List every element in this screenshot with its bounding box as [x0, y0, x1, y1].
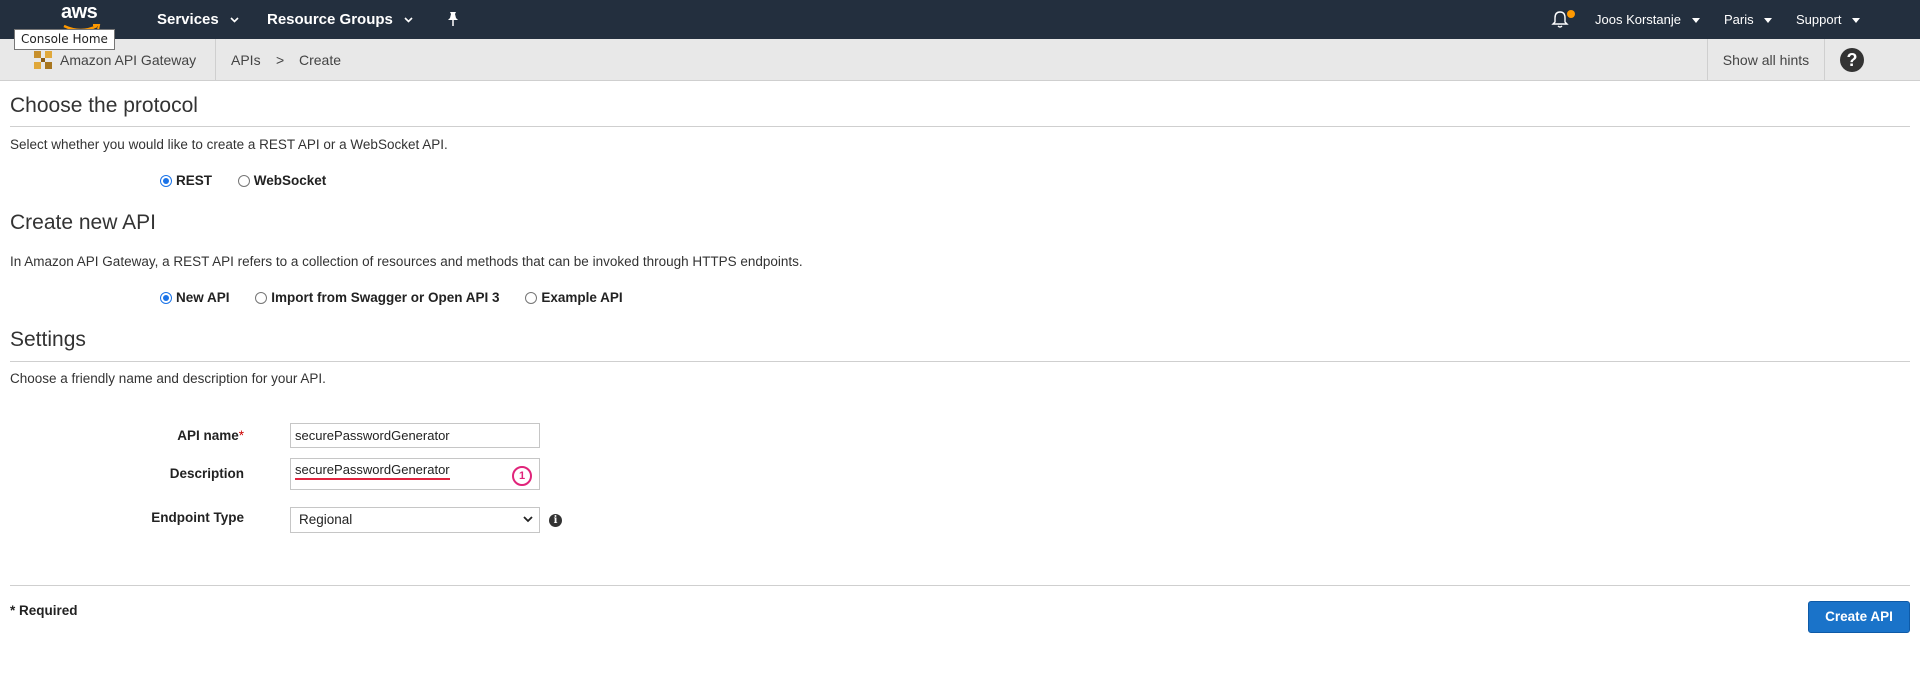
radio-rest[interactable]: REST: [160, 173, 212, 188]
support-menu[interactable]: Support: [1796, 0, 1861, 39]
service-header: Amazon API Gateway APIs > Create Show al…: [0, 39, 1920, 81]
create-api-radio-group: New API Import from Swagger or Open API …: [160, 290, 645, 307]
breadcrumb-create: Create: [299, 52, 342, 68]
aws-logo-text: aws: [61, 1, 98, 23]
radio-new-api[interactable]: New API: [160, 290, 230, 305]
user-menu[interactable]: Joos Korstanje: [1595, 0, 1700, 39]
endpoint-type-select[interactable]: Regional: [290, 507, 540, 533]
required-asterisk: *: [238, 428, 244, 443]
chevron-down-icon: [404, 17, 413, 23]
section-divider: [10, 585, 1910, 586]
radio-button[interactable]: [255, 291, 268, 304]
description-label: Description: [169, 466, 244, 481]
help-icon[interactable]: ?: [1840, 48, 1864, 72]
protocol-description: Select whether you would like to create …: [10, 137, 448, 152]
services-label: Services: [157, 11, 219, 28]
radio-example-api[interactable]: Example API: [525, 290, 623, 305]
services-menu[interactable]: Services: [157, 0, 239, 39]
caret-down-icon: [1852, 18, 1861, 23]
api-name-input[interactable]: securePasswordGenerator: [290, 423, 540, 448]
caret-down-icon: [1764, 18, 1773, 23]
radio-websocket[interactable]: WebSocket: [237, 173, 327, 188]
top-nav: aws Services Resource Groups Joos Korsta…: [0, 0, 1920, 39]
settings-title: Settings: [10, 328, 86, 351]
endpoint-type-value: Regional: [299, 512, 353, 527]
pin-icon[interactable]: [446, 11, 460, 27]
create-api-description: In Amazon API Gateway, a REST API refers…: [10, 254, 803, 269]
annotation-badge: 1: [512, 466, 532, 486]
radio-button[interactable]: [237, 174, 250, 187]
divider: [1824, 39, 1825, 81]
settings-description: Choose a friendly name and description f…: [10, 371, 326, 386]
radio-label: WebSocket: [253, 173, 327, 188]
resource-groups-menu[interactable]: Resource Groups: [267, 0, 413, 39]
breadcrumb-separator: >: [276, 52, 285, 68]
support-label: Support: [1796, 12, 1842, 27]
user-name: Joos Korstanje: [1595, 12, 1681, 27]
info-icon[interactable]: i: [549, 514, 562, 527]
protocol-title: Choose the protocol: [10, 94, 198, 117]
protocol-radio-group: REST WebSocket: [160, 173, 348, 190]
endpoint-type-label: Endpoint Type: [151, 510, 244, 525]
caret-down-icon: [1691, 18, 1700, 23]
chevron-down-icon: [523, 516, 533, 523]
chevron-down-icon: [230, 17, 239, 23]
radio-label: Example API: [541, 290, 623, 305]
section-divider: [10, 126, 1910, 127]
region-label: Paris: [1724, 12, 1754, 27]
radio-label: REST: [176, 173, 213, 188]
required-note: * Required: [10, 603, 78, 618]
api-gateway-icon: [34, 51, 52, 69]
create-api-title: Create new API: [10, 211, 156, 234]
notification-dot: [1567, 10, 1575, 18]
radio-button[interactable]: [525, 291, 538, 304]
radio-label: New API: [176, 290, 230, 305]
divider: [215, 39, 216, 81]
radio-button[interactable]: [160, 174, 172, 187]
api-name-value: securePasswordGenerator: [295, 428, 450, 443]
radio-button[interactable]: [160, 291, 172, 304]
radio-label: Import from Swagger or Open API 3: [271, 290, 500, 305]
console-home-tooltip: Console Home: [14, 29, 115, 50]
description-value: securePasswordGenerator: [295, 462, 450, 480]
create-api-button[interactable]: Create API: [1808, 601, 1910, 633]
show-hints-link[interactable]: Show all hints: [1708, 39, 1824, 81]
api-name-label: API name*: [44, 428, 244, 443]
section-divider: [10, 361, 1910, 362]
description-input[interactable]: securePasswordGenerator: [290, 458, 540, 490]
api-name-label-text: API name: [177, 428, 239, 443]
resource-groups-label: Resource Groups: [267, 11, 393, 28]
breadcrumb-apis[interactable]: APIs: [231, 39, 261, 81]
radio-import-swagger[interactable]: Import from Swagger or Open API 3: [255, 290, 500, 305]
region-menu[interactable]: Paris: [1724, 0, 1773, 39]
